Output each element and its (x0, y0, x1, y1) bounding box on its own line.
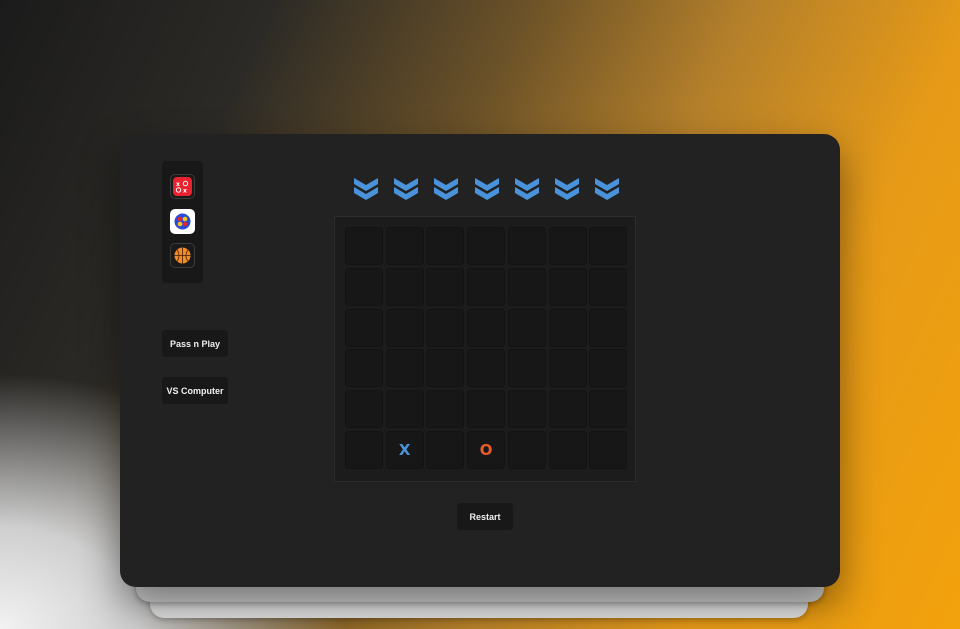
game-switcher: x x (162, 161, 203, 283)
board-cell[interactable] (467, 349, 506, 388)
restart-button[interactable]: Restart (457, 503, 513, 530)
board-cell[interactable] (345, 390, 383, 429)
drop-chevron-icon[interactable] (353, 177, 379, 205)
board-cell[interactable] (385, 308, 424, 347)
board-cell[interactable] (385, 267, 424, 306)
board-cell[interactable] (426, 308, 465, 347)
svg-text:x: x (183, 188, 187, 195)
board-cell[interactable] (385, 349, 424, 388)
board-cell[interactable] (426, 390, 465, 429)
board-cell[interactable] (345, 349, 383, 388)
drop-chevron-icon[interactable] (433, 177, 459, 205)
drop-chevron-icon[interactable] (514, 177, 540, 205)
column-drop-arrows (345, 177, 625, 205)
game-board: XO (334, 216, 636, 482)
drop-chevron-icon[interactable] (554, 177, 580, 205)
board-cell[interactable] (507, 431, 546, 469)
board-cell[interactable] (467, 267, 506, 306)
board-cell[interactable] (385, 227, 424, 265)
board-cell[interactable] (548, 390, 587, 429)
drop-chevron-icon[interactable] (393, 177, 419, 205)
board-cell[interactable] (507, 227, 546, 265)
svg-text:x: x (176, 181, 180, 188)
board-cell[interactable] (589, 390, 628, 429)
game-panel: x x Pass n Play VS Computer X O Restart (120, 134, 840, 587)
board-cell[interactable] (467, 390, 506, 429)
pass-n-play-button[interactable]: Pass n Play (162, 330, 228, 357)
board-cell[interactable] (345, 308, 383, 347)
basketball-icon[interactable] (170, 243, 195, 268)
board-cell[interactable] (385, 390, 424, 429)
board-cell[interactable] (507, 390, 546, 429)
board-cell[interactable] (426, 227, 465, 265)
board-cell[interactable] (548, 349, 587, 388)
board-cell[interactable] (589, 349, 628, 388)
board-cell[interactable]: O (467, 431, 506, 469)
board-cell[interactable] (467, 227, 506, 265)
board-cell[interactable] (548, 308, 587, 347)
board-cell[interactable] (467, 308, 506, 347)
drop-chevron-icon[interactable] (474, 177, 500, 205)
board-cell[interactable] (548, 267, 587, 306)
board-cell[interactable] (426, 431, 465, 469)
board-cell[interactable] (507, 308, 546, 347)
board-cell[interactable]: X (385, 431, 424, 469)
board-cell[interactable] (507, 349, 546, 388)
drop-chevron-icon[interactable] (594, 177, 620, 205)
board-cell[interactable] (507, 267, 546, 306)
board-cell[interactable] (589, 431, 628, 469)
board-cell[interactable] (345, 431, 383, 469)
board-cell[interactable] (426, 267, 465, 306)
board-cell[interactable] (589, 267, 628, 306)
board-cell[interactable] (548, 431, 587, 469)
tic-tac-toe-icon[interactable]: x x (170, 174, 195, 199)
board-cell[interactable] (548, 227, 587, 265)
board-cell[interactable] (426, 349, 465, 388)
board-cell[interactable] (345, 267, 383, 306)
vs-computer-button[interactable]: VS Computer (162, 377, 228, 404)
connect-four-icon[interactable] (170, 209, 195, 234)
board-cell[interactable] (589, 227, 628, 265)
board-cell[interactable] (345, 227, 383, 265)
board-cell[interactable] (589, 308, 628, 347)
